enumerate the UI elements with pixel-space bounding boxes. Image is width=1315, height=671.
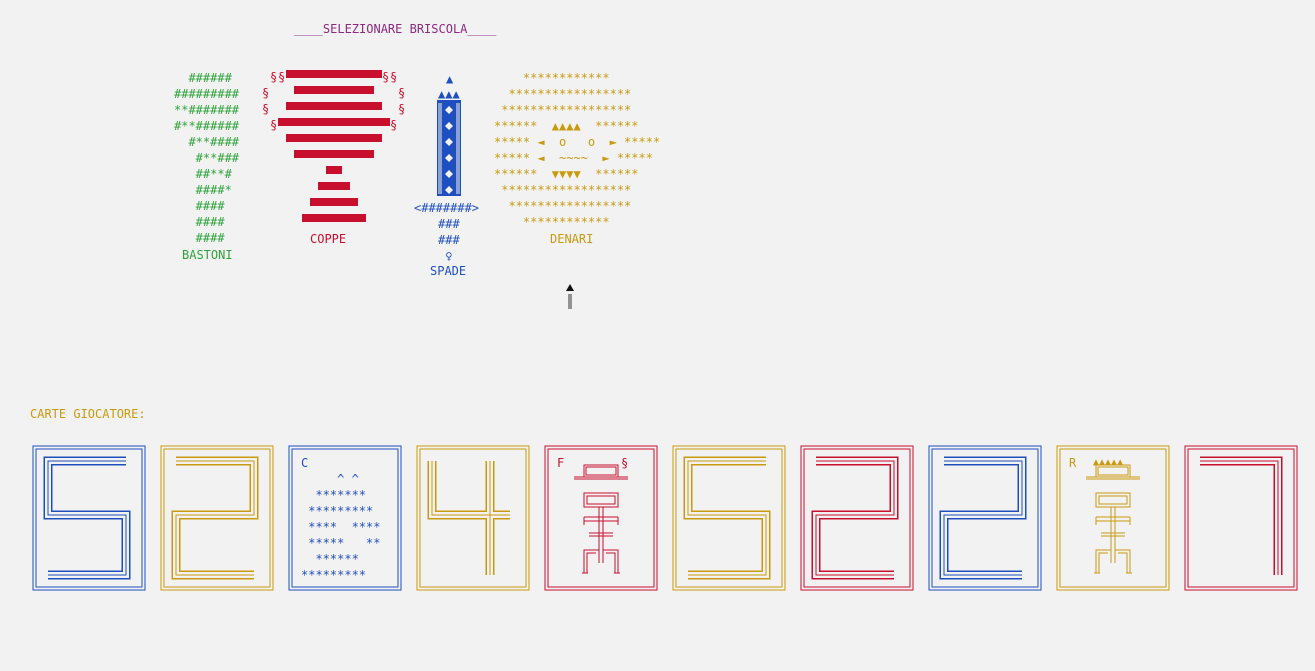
suit-denari-option[interactable]: ************ ***************** *********…	[494, 70, 661, 250]
player-card[interactable]	[160, 445, 274, 591]
coppe-symbol: §	[262, 86, 270, 100]
player-card[interactable]	[672, 445, 786, 591]
card-face	[416, 445, 530, 591]
sword-point-icon: ▲▲▲	[438, 87, 460, 101]
coppe-symbol: §	[278, 70, 286, 84]
card-suit-symbol: §	[621, 456, 629, 470]
player-card[interactable]	[928, 445, 1042, 591]
card-face	[928, 445, 1042, 591]
card-face	[1184, 445, 1298, 591]
player-card[interactable]: C ^ ^ ******* ********* **** **** ***** …	[288, 445, 402, 591]
coppe-symbol: §	[262, 102, 270, 116]
pointer-cursor-icon	[566, 284, 574, 309]
bastoni-label: BASTONI	[182, 248, 233, 262]
player-card[interactable]	[800, 445, 914, 591]
player-card[interactable]	[1184, 445, 1298, 591]
card-face	[800, 445, 914, 591]
suit-bastoni-option[interactable]: ###### ######### **####### #**###### #**…	[174, 70, 240, 262]
denari-label: DENARI	[550, 232, 594, 246]
denari-coin-art: ************ ***************** *********…	[494, 71, 661, 229]
coppe-symbol: §	[398, 102, 406, 116]
card-face	[160, 445, 274, 591]
card-face	[32, 445, 146, 591]
player-card[interactable]: R ▲▲▲▲▲	[1056, 445, 1170, 591]
card-rank-corner: R	[1069, 456, 1077, 470]
sword-tip-icon: ▲	[446, 72, 454, 86]
player-cards-label: CARTE GIOCATORE:	[30, 407, 146, 421]
suit-coppe-option[interactable]: § § § § § § § § § § COPPE	[262, 68, 412, 248]
coppe-label: COPPE	[310, 232, 347, 246]
card-rank-corner: F	[557, 456, 565, 470]
spade-label: SPADE	[430, 264, 467, 278]
crown-icon: ▲▲▲▲▲	[1093, 457, 1124, 468]
card-art: C ^ ^ ******* ********* **** **** ***** …	[301, 456, 381, 582]
coppe-symbol: §	[390, 70, 398, 84]
page-title: ____SELEZIONARE BRISCOLA____	[294, 22, 497, 36]
sword-guard: <#######>	[414, 201, 480, 215]
player-card[interactable]	[416, 445, 530, 591]
player-card[interactable]: F §	[544, 445, 658, 591]
coppe-symbol: §	[398, 86, 406, 100]
card-face	[672, 445, 786, 591]
coppe-symbol: §	[390, 118, 398, 132]
coppe-symbol: §	[382, 70, 390, 84]
sword-hilt: ### ### ♀	[438, 217, 460, 263]
coppe-symbol: §	[270, 118, 278, 132]
bastoni-club-art: ###### ######### **####### #**###### #**…	[174, 71, 240, 245]
player-card[interactable]	[32, 445, 146, 591]
suit-spade-option[interactable]: ▲ ▲▲▲ <#######> ### ### ♀ SPADE	[412, 70, 492, 280]
coppe-symbol: §	[270, 70, 278, 84]
sword-blade-icon	[437, 100, 461, 196]
